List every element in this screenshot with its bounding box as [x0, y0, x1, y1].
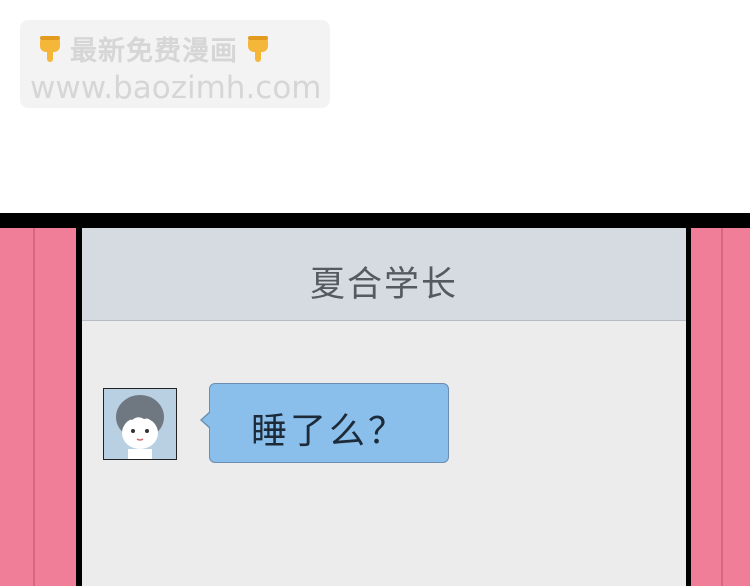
message-bubble[interactable]: 睡了么？ — [200, 383, 449, 463]
chat-contact-name: 夏合学长 — [309, 265, 458, 305]
watermark-url[interactable]: www.baozimh.com — [30, 70, 322, 106]
phone-chat-screen: 夏合学长 睡了么？ — [82, 228, 686, 586]
watermark-title-row: 最新免费漫画 — [34, 30, 274, 67]
pointing-down-hand-icon — [248, 36, 268, 62]
watermark-title: 最新免费漫画 — [70, 35, 238, 67]
contact-avatar[interactable] — [103, 388, 177, 460]
comic-page: 最新免费漫画 www.baozimh.com 夏合学长 睡了么？ — [0, 0, 750, 586]
wall-stripe — [721, 228, 723, 586]
pointing-down-hand-icon — [40, 36, 60, 62]
chat-header: 夏合学长 — [82, 228, 686, 321]
boy-avatar-icon — [104, 389, 176, 459]
comic-panel: 夏合学长 睡了么？ — [0, 213, 750, 586]
message-text: 睡了么？ — [250, 411, 407, 452]
pink-wall-left — [0, 228, 76, 586]
wall-stripe — [33, 228, 35, 586]
pink-wall-right — [691, 228, 750, 586]
watermark-box[interactable]: 最新免费漫画 www.baozimh.com — [20, 20, 330, 108]
